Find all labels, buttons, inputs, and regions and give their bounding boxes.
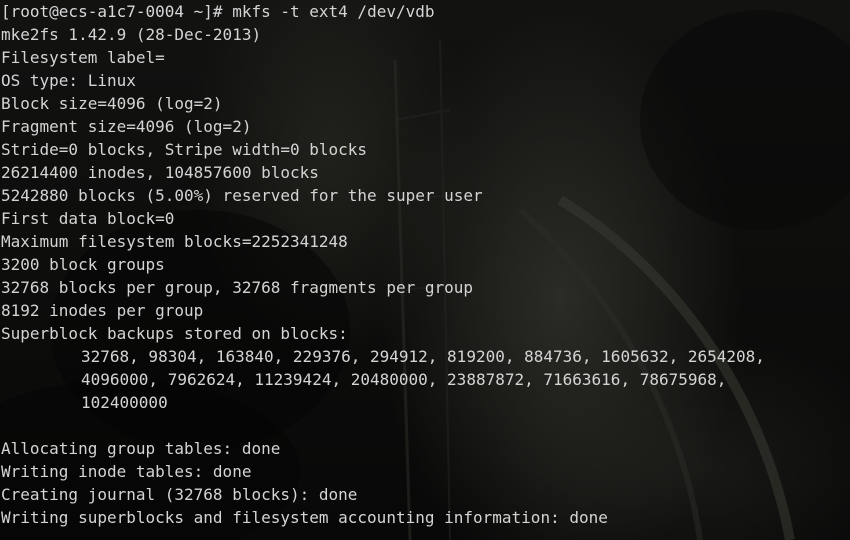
backup-blocks-line: 4096000, 7962624, 11239424, 20480000, 23… — [81, 370, 727, 389]
shell-prompt: [root@ecs-a1c7-0004 ~]# — [1, 2, 223, 21]
progress-line: Writing inode tables: done — [1, 462, 252, 481]
output-line: 32768 blocks per group, 32768 fragments … — [1, 278, 474, 297]
output-line: Stride=0 blocks, Stripe width=0 blocks — [1, 140, 368, 159]
output-line: Filesystem label= — [1, 48, 165, 67]
output-line: mke2fs 1.42.9 (28-Dec-2013) — [1, 25, 262, 44]
output-line: First data block=0 — [1, 209, 175, 228]
output-line: Superblock backups stored on blocks: — [1, 324, 348, 343]
progress-line: Creating journal (32768 blocks): done — [1, 485, 358, 504]
terminal-output: [root@ecs-a1c7-0004 ~]# mkfs -t ext4 /de… — [1, 0, 850, 540]
output-line: OS type: Linux — [1, 71, 136, 90]
output-line: 26214400 inodes, 104857600 blocks — [1, 163, 319, 182]
command-line: [root@ecs-a1c7-0004 ~]# mkfs -t ext4 /de… — [1, 0, 850, 23]
output-line: Maximum filesystem blocks=2252341248 — [1, 232, 348, 251]
progress-line: Writing superblocks and filesystem accou… — [1, 508, 608, 527]
output-line: 3200 block groups — [1, 255, 165, 274]
terminal-window[interactable]: [root@ecs-a1c7-0004 ~]# mkfs -t ext4 /de… — [0, 0, 850, 540]
backup-blocks-line: 32768, 98304, 163840, 229376, 294912, 81… — [81, 347, 765, 366]
progress-line: Allocating group tables: done — [1, 439, 281, 458]
output-line: Fragment size=4096 (log=2) — [1, 117, 252, 136]
output-line: Block size=4096 (log=2) — [1, 94, 223, 113]
output-line: 5242880 blocks (5.00%) reserved for the … — [1, 186, 483, 205]
output-line: 8192 inodes per group — [1, 301, 204, 320]
command-text: mkfs -t ext4 /dev/vdb — [232, 2, 435, 21]
backup-blocks-line: 102400000 — [81, 393, 168, 412]
